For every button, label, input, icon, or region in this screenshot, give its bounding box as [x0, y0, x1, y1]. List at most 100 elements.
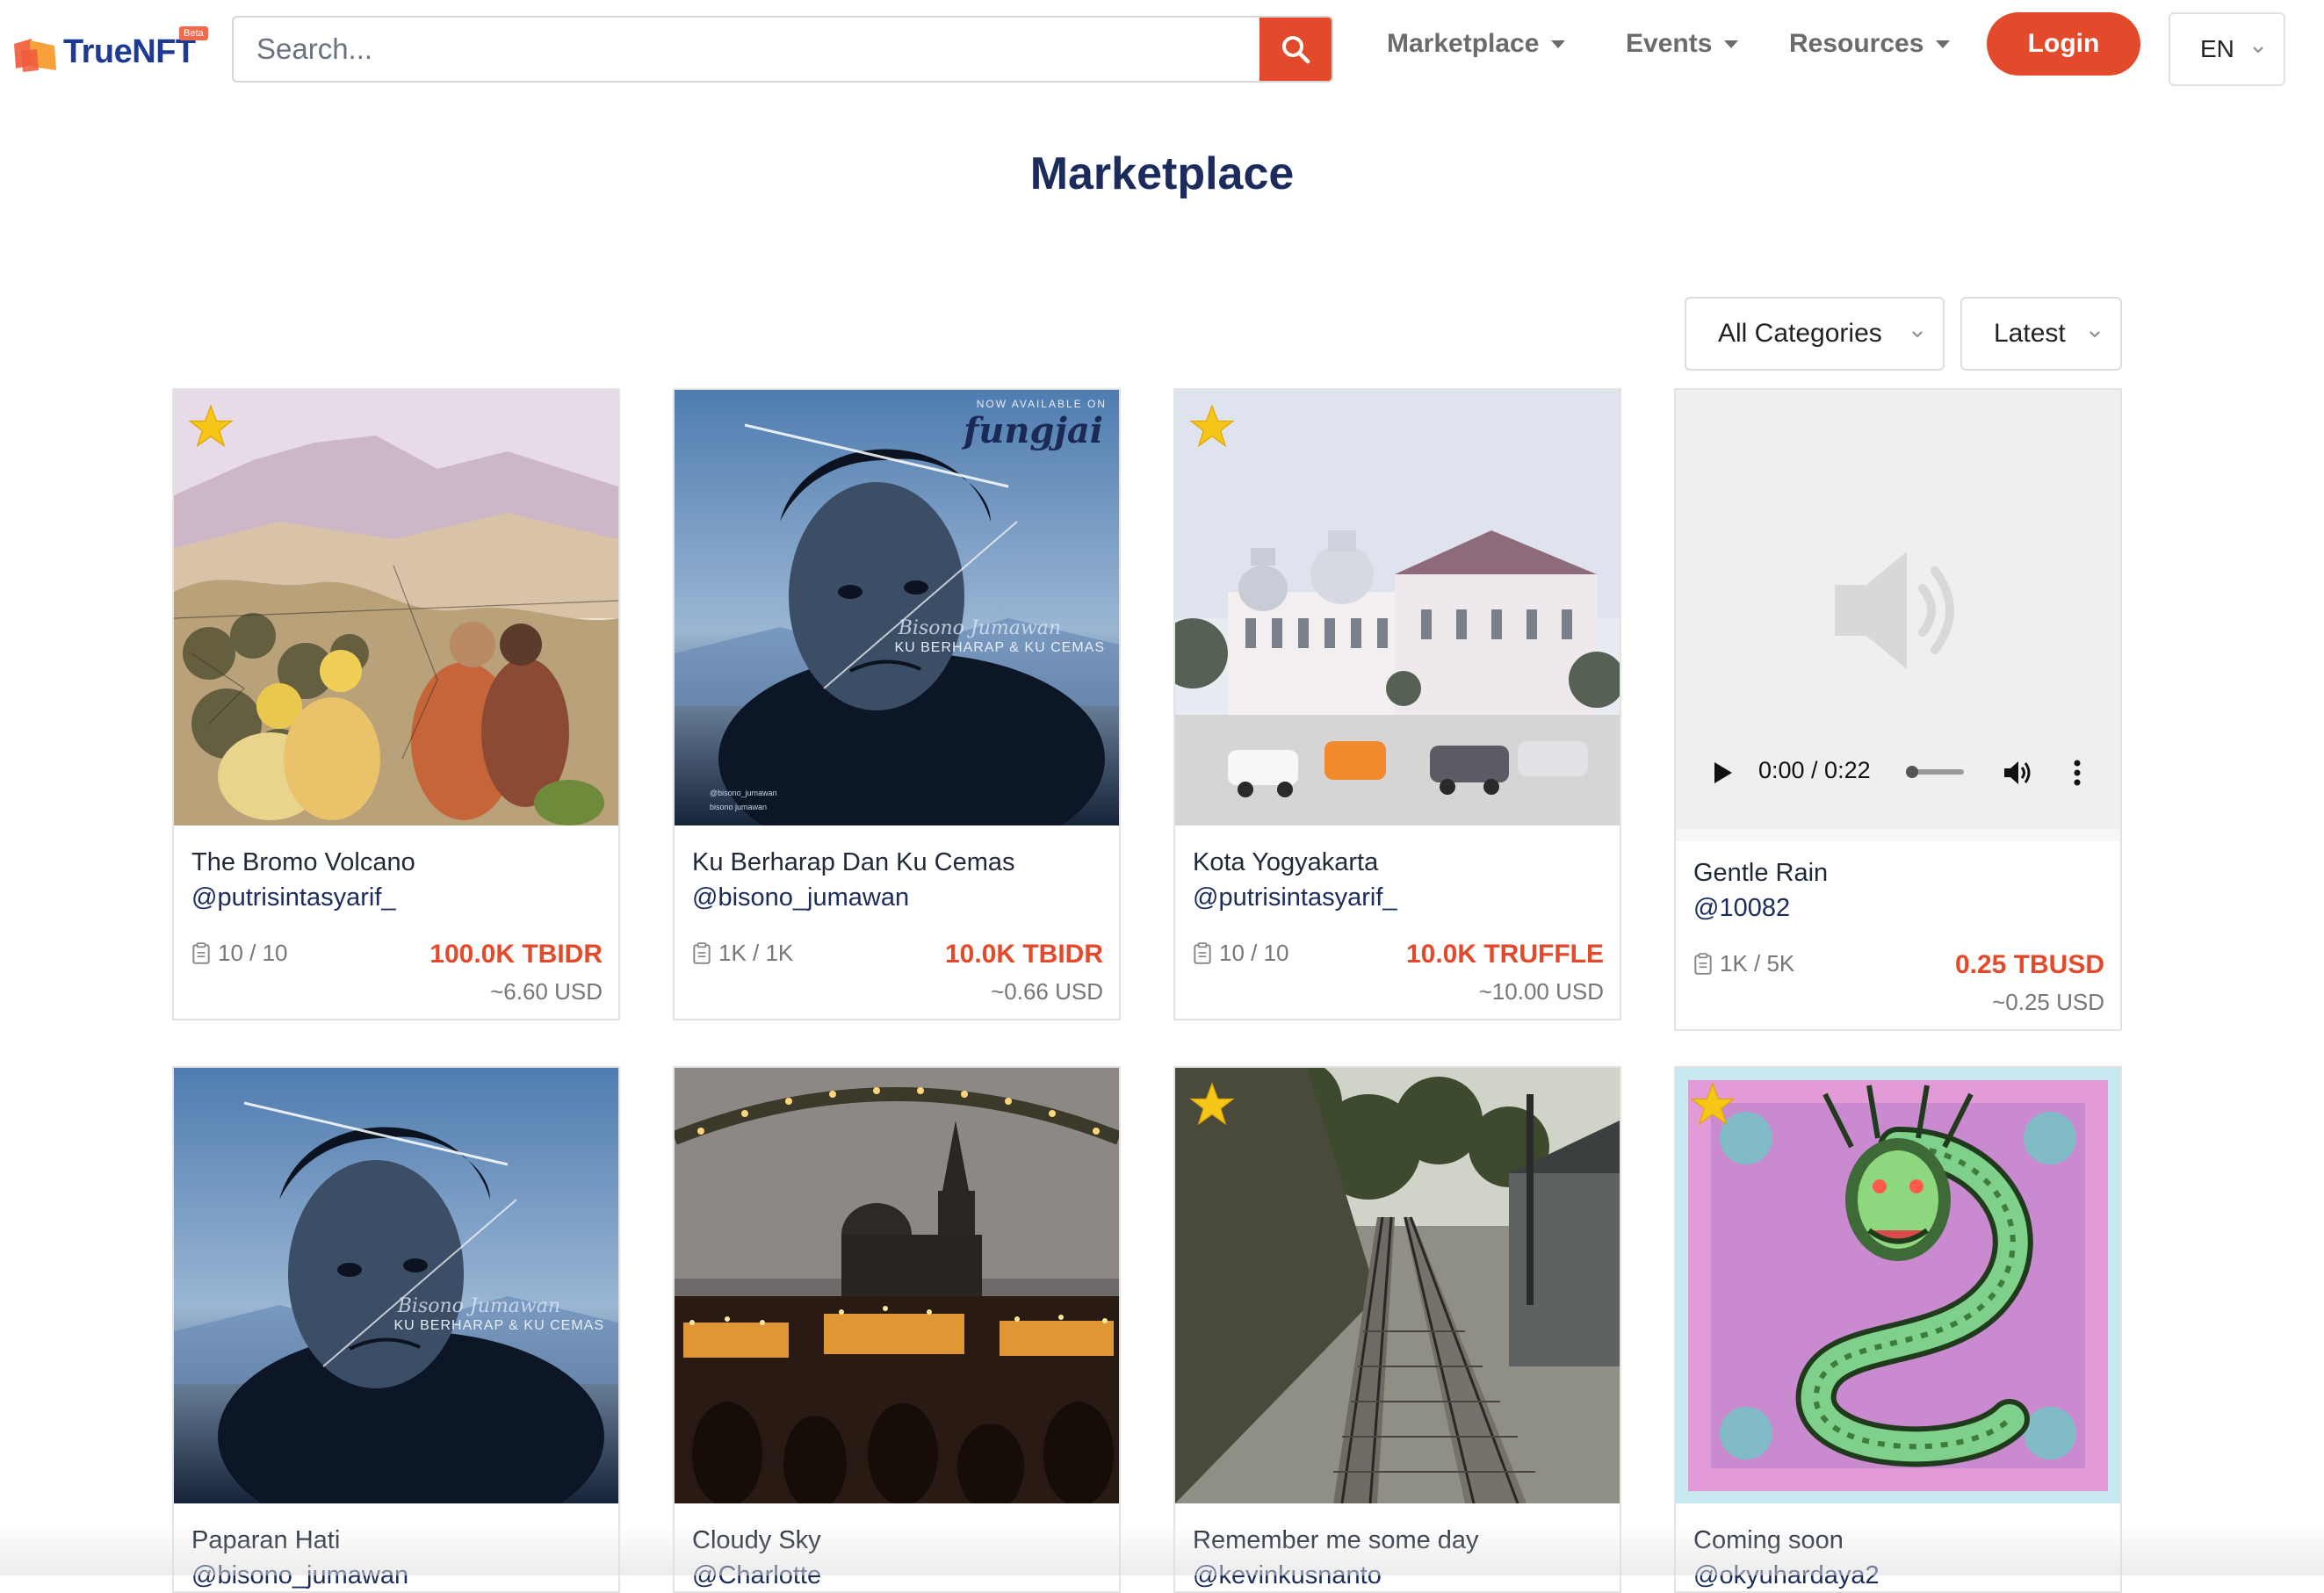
nft-card[interactable]: Bisono Jumawan KU BERHARAP & KU CEMAS Pa… [172, 1066, 620, 1593]
card-title: Coming soon [1693, 1526, 1844, 1554]
star-icon [1189, 1082, 1235, 1128]
album-available-text: NOW AVAILABLE ON [977, 398, 1107, 410]
page-title: Marketplace [1029, 148, 1295, 199]
caret-down-icon [1724, 40, 1739, 48]
category-filter-value: All Categories [1718, 319, 1882, 348]
card-editions-value: 1K / 5K [1720, 950, 1795, 977]
nav-events[interactable]: Events [1626, 26, 1739, 61]
category-filter[interactable]: All Categories [1685, 297, 1945, 371]
card-usd-price: ~6.60 USD [490, 978, 603, 1005]
login-button[interactable]: Login [1987, 12, 2140, 76]
card-editions-value: 1K / 1K [718, 940, 794, 966]
nft-card[interactable]: Remember me some day @kevinkusnanto [1173, 1066, 1621, 1593]
nav-resources-label: Resources [1789, 29, 1924, 58]
nft-card[interactable]: NOW AVAILABLE ON fungjai Bisono Jumawan … [673, 388, 1121, 1020]
search-bar [232, 16, 1333, 83]
album-social-1: @bisono_jumawan [710, 789, 777, 797]
audio-time: 0:00 / 0:22 [1758, 757, 1871, 783]
audio-divider [1676, 829, 2120, 841]
search-input[interactable] [234, 18, 1261, 81]
card-owner-link[interactable]: @putrisintasyarif_ [1193, 883, 1397, 912]
volume-icon[interactable] [2003, 759, 2034, 787]
edition-icon [1693, 953, 1713, 976]
chevron-down-icon [1912, 331, 1923, 338]
card-editions: 10 / 10 [1193, 940, 1289, 967]
card-title: Kota Yogyakarta [1193, 848, 1379, 876]
album-subtitle-text: KU BERHARAP & KU CEMAS [894, 640, 1105, 655]
nav-marketplace-label: Marketplace [1387, 29, 1540, 58]
star-icon [1690, 1082, 1736, 1128]
card-title: Gentle Rain [1693, 859, 1829, 887]
album-subtitle-text: KU BERHARAP & KU CEMAS [393, 1318, 604, 1333]
card-usd-price: ~0.66 USD [991, 978, 1103, 1005]
album-signature-text: Bisono Jumawan [397, 1295, 560, 1317]
language-select[interactable]: EN [2169, 12, 2285, 86]
card-title: Remember me some day [1193, 1526, 1479, 1554]
search-button[interactable] [1259, 18, 1332, 81]
star-icon [1189, 404, 1235, 450]
edition-icon [692, 942, 711, 965]
audio-controls: 0:00 / 0:22 [1676, 745, 2120, 801]
caret-down-icon [1551, 40, 1566, 48]
more-icon[interactable] [2073, 759, 2082, 787]
card-price: 10.0K TBIDR [944, 940, 1103, 969]
nft-image-dragon [1676, 1068, 2120, 1503]
card-price: 0.25 TBUSD [1954, 950, 2104, 979]
card-title: Cloudy Sky [692, 1526, 821, 1554]
edition-icon [1193, 942, 1212, 965]
card-title: The Bromo Volcano [191, 848, 415, 876]
caret-down-icon [1936, 40, 1951, 48]
card-owner-link[interactable]: @bisono_jumawan [191, 1561, 408, 1590]
edition-icon [191, 942, 211, 965]
card-price: 10.0K TRUFFLE [1405, 940, 1604, 969]
nft-image-album-cover: Bisono Jumawan KU BERHARAP & KU CEMAS [174, 1068, 618, 1503]
card-title: Ku Berharap Dan Ku Cemas [692, 848, 1015, 876]
nav-resources[interactable]: Resources [1789, 26, 1951, 61]
card-usd-price: ~10.00 USD [1478, 978, 1604, 1005]
star-icon [188, 404, 234, 450]
card-owner-link[interactable]: @bisono_jumawan [692, 883, 909, 912]
search-icon [1282, 36, 1310, 64]
card-editions-value: 10 / 10 [218, 940, 288, 966]
audio-progress-handle[interactable] [1906, 766, 1918, 778]
audio-progress-slider[interactable] [1906, 766, 1964, 778]
card-title: Paparan Hati [191, 1526, 341, 1554]
card-price: 100.0K TBIDR [429, 940, 603, 969]
chevron-down-icon [2253, 47, 2263, 54]
play-icon[interactable] [1713, 760, 1734, 785]
card-owner-link[interactable]: @kevinkusnanto [1193, 1561, 1382, 1590]
logo-mark-icon [14, 39, 56, 72]
card-owner-link[interactable]: @putrisintasyarif_ [191, 883, 396, 912]
nft-card[interactable]: Kota Yogyakarta @putrisintasyarif_ 10 / … [1173, 388, 1621, 1020]
logo-text: TrueNFT [63, 33, 196, 70]
album-social-2: bisono jumawan [710, 803, 767, 811]
chevron-down-icon [2089, 331, 2100, 338]
card-owner-link[interactable]: @Charlotte [692, 1561, 821, 1590]
sort-filter[interactable]: Latest [1960, 297, 2122, 371]
nft-audio-player: 0:00 / 0:22 [1676, 390, 2120, 829]
nft-card[interactable]: Cloudy Sky @Charlotte [673, 1066, 1121, 1593]
sort-filter-value: Latest [1994, 319, 2066, 348]
nft-card[interactable]: Coming soon @okyuhardaya2 [1674, 1066, 2122, 1593]
truenft-logo[interactable]: TrueNFT Beta [12, 26, 208, 79]
nft-image-railway [1175, 1068, 1620, 1503]
album-brand-text: fungjai [961, 410, 1103, 451]
speaker-placeholder-icon [1835, 551, 1954, 669]
nft-image-volcano [174, 390, 618, 825]
nav-events-label: Events [1626, 29, 1713, 58]
card-owner-link[interactable]: @10082 [1693, 894, 1790, 923]
card-editions-value: 10 / 10 [1219, 940, 1289, 966]
language-value: EN [2200, 35, 2234, 62]
nft-image-christmas-market [675, 1068, 1119, 1503]
nft-image-album-cover: NOW AVAILABLE ON fungjai Bisono Jumawan … [675, 390, 1119, 825]
card-editions: 10 / 10 [191, 940, 288, 967]
nft-card[interactable]: The Bromo Volcano @putrisintasyarif_ 10 … [172, 388, 620, 1020]
card-owner-link[interactable]: @okyuhardaya2 [1693, 1561, 1880, 1590]
logo-beta-badge: Beta [179, 26, 208, 40]
album-signature-text: Bisono Jumawan [898, 617, 1061, 639]
card-editions: 1K / 1K [692, 940, 793, 967]
card-usd-price: ~0.25 USD [1992, 989, 2104, 1015]
card-editions: 1K / 5K [1693, 950, 1794, 977]
nft-card[interactable]: 0:00 / 0:22 Gentle Rain @10082 1K / 5K 0… [1674, 388, 2122, 1031]
nav-marketplace[interactable]: Marketplace [1387, 26, 1566, 61]
